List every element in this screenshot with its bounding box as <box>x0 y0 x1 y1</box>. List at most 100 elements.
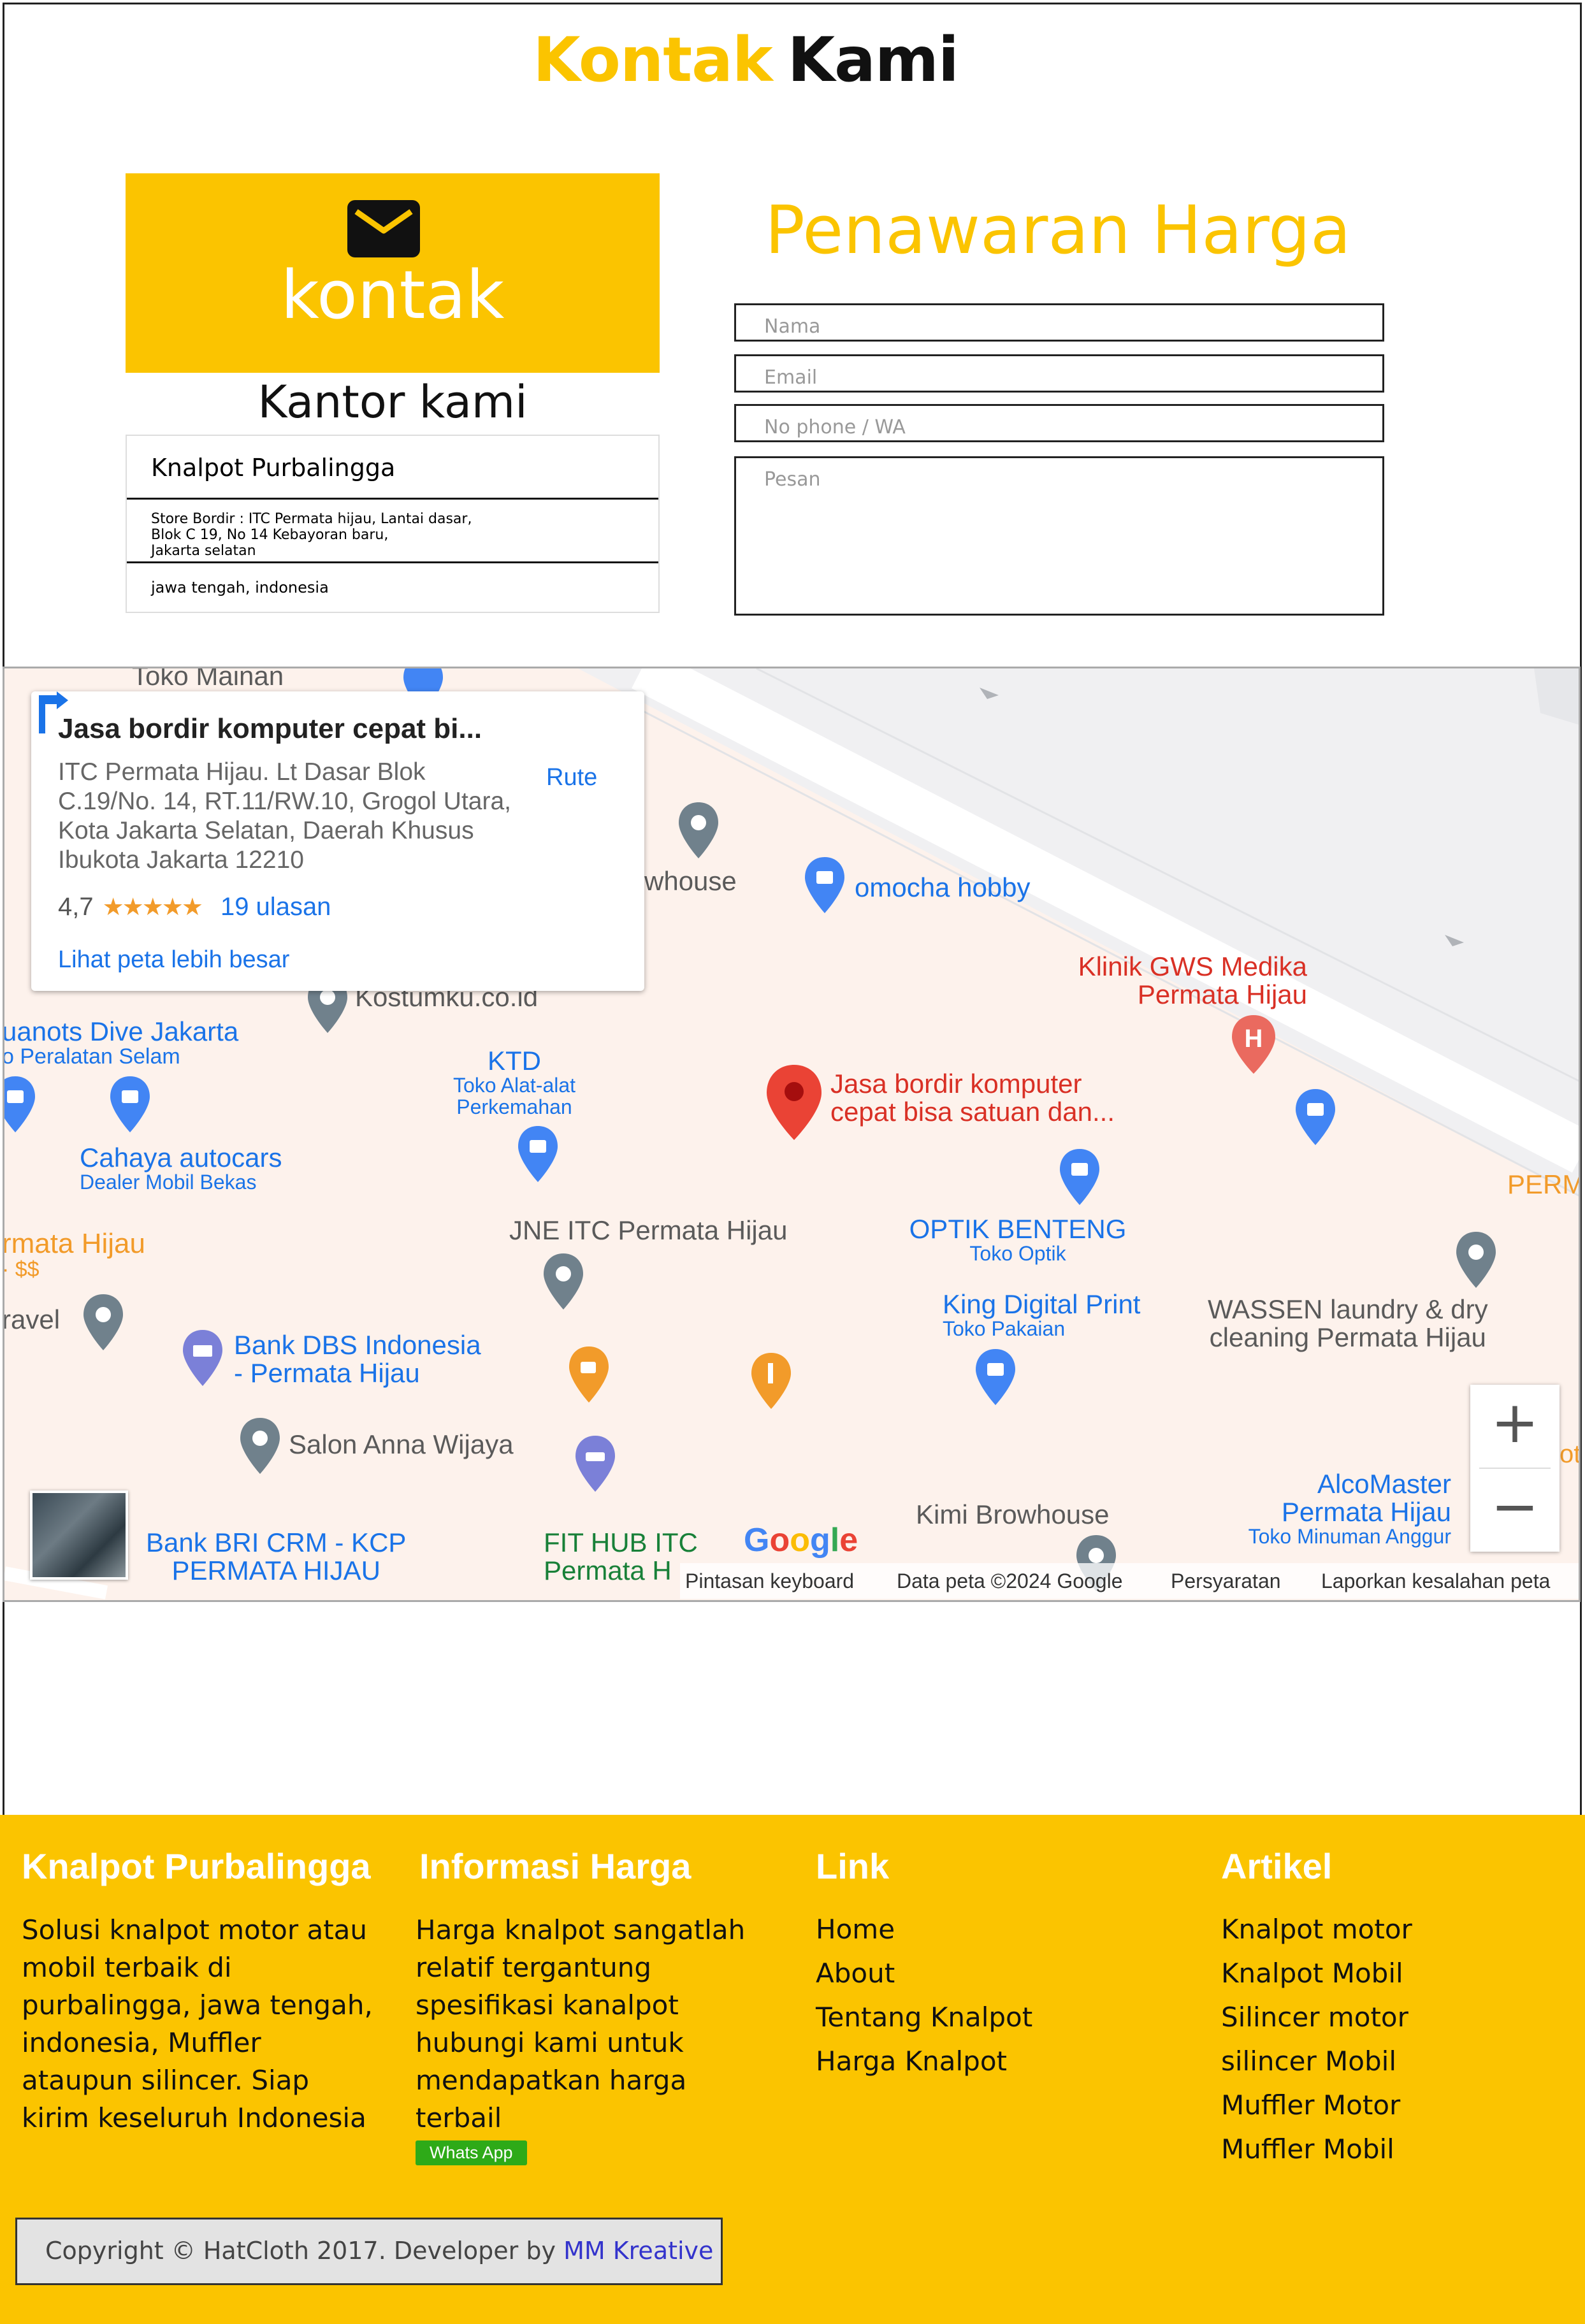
footer-article-link[interactable]: Knalpot Mobil <box>1221 1951 1565 1995</box>
map-label-line: WASSEN laundry & dry <box>1208 1294 1488 1324</box>
map-label[interactable]: Jasa bordir komputer cepat bisa satuan d… <box>830 1069 1115 1126</box>
map-pin-shop-icon[interactable] <box>972 1346 1019 1408</box>
google-map[interactable]: H Toko Mainan whouse omocha hobby Klinik… <box>3 667 1581 1602</box>
satellite-toggle[interactable] <box>30 1490 128 1580</box>
map-label[interactable]: Cahaya autocars Dealer Mobil Bekas <box>80 1143 282 1194</box>
footer-article-link[interactable]: Muffler Mobil <box>1221 2127 1565 2171</box>
map-label[interactable]: PERM <box>1507 1170 1579 1199</box>
map-label-line: - Permata Hijau <box>234 1358 420 1389</box>
map-label-line: Perkemahan <box>456 1095 572 1118</box>
place-title[interactable]: Jasa bordir komputer cepat bi... <box>58 713 482 745</box>
office-info-table: Knalpot Purbalingga Store Bordir : ITC P… <box>126 435 660 613</box>
footer-text-line: ataupun silincer. Siap <box>22 2065 310 2096</box>
zoom-out-button[interactable]: − <box>1470 1469 1560 1552</box>
place-info-card: Jasa bordir komputer cepat bi... ITC Per… <box>31 691 644 991</box>
footer-text-line: mendapatkan harga <box>416 2065 687 2096</box>
reviews-link[interactable]: 19 ulasan <box>221 893 331 921</box>
map-pin-bank-icon[interactable] <box>179 1327 226 1389</box>
map-label-line: FIT HUB ITC <box>544 1527 698 1557</box>
footer-link-tentang-knalpot[interactable]: Tentang Knalpot <box>816 1995 1173 2039</box>
footer-price-text: Harga knalpot sangatlah relatif tergantu… <box>416 1911 798 2137</box>
footer-about-text: Solusi knalpot motor atau mobil terbaik … <box>22 1911 404 2137</box>
terms-link[interactable]: Persyaratan <box>1171 1570 1281 1593</box>
map-pin-gray-icon[interactable] <box>236 1415 284 1476</box>
map-label[interactable]: rmata Hijau · $$ <box>4 1229 145 1281</box>
map-label[interactable]: uanots Dive Jakarta o Peralatan Selam <box>3 1017 238 1069</box>
directions-label[interactable]: Rute <box>546 764 597 791</box>
view-larger-map-link[interactable]: Lihat peta lebih besar <box>58 946 289 974</box>
map-pin-restaurant-icon[interactable] <box>748 1350 795 1411</box>
map-pin-gray-icon[interactable] <box>675 800 722 861</box>
map-label[interactable]: Klinik GWS Medika Permata Hijau <box>1043 952 1307 1009</box>
footer-text-line: hubungi kami untuk <box>416 2027 684 2058</box>
map-pin-shop-icon[interactable] <box>1056 1146 1103 1208</box>
footer-article-link[interactable]: Knalpot motor <box>1221 1907 1565 1951</box>
map-pin-gray-icon[interactable] <box>80 1292 127 1353</box>
map-label[interactable]: Kimi Browhouse <box>916 1500 1109 1529</box>
map-label-line: Bank DBS Indonesia <box>234 1330 481 1360</box>
map-label[interactable]: Bank BRI CRM - KCP PERMATA HIJAU <box>146 1528 406 1585</box>
footer-col-price: Informasi Harga Harga knalpot sangatlah … <box>416 1845 798 2165</box>
map-label-line: Toko Pakaian <box>943 1317 1066 1341</box>
map-label[interactable]: OPTIK BENTENG Toko Optik <box>897 1215 1139 1265</box>
office-title: Kantor kami <box>257 376 528 428</box>
map-pin-shop-icon[interactable] <box>3 1074 39 1135</box>
map-label[interactable]: Toko Mainan <box>132 668 284 690</box>
footer-link-harga-knalpot[interactable]: Harga Knalpot <box>816 2039 1173 2083</box>
map-pin-location-icon[interactable] <box>763 1062 825 1143</box>
directions-icon[interactable] <box>31 691 76 737</box>
map-label[interactable]: ravel <box>4 1305 60 1334</box>
footer-article-link[interactable]: Silincer motor <box>1221 1995 1565 2039</box>
zoom-in-button[interactable]: + <box>1470 1385 1560 1468</box>
map-label-line: KTD <box>488 1046 541 1076</box>
keyboard-shortcuts-link[interactable]: Pintasan keyboard <box>685 1570 854 1593</box>
footer-article-link[interactable]: silincer Mobil <box>1221 2039 1565 2083</box>
footer-link-list: Home About Tentang Knalpot Harga Knalpot <box>816 1907 1173 2083</box>
footer-text-line: Solusi knalpot motor atau <box>22 1914 368 1945</box>
map-pin-hospital-icon[interactable]: H <box>1228 1013 1279 1076</box>
map-pin-gray-icon[interactable] <box>1452 1229 1500 1290</box>
map-pin-gray-icon[interactable] <box>540 1251 587 1312</box>
page-title-part1: Kontak <box>533 24 773 96</box>
copyright-bar: Copyright © HatCloth 2017. Developer by … <box>15 2218 723 2285</box>
message-field[interactable]: Pesan <box>734 456 1384 616</box>
map-label[interactable]: WASSEN laundry & dry cleaning Permata Hi… <box>1208 1294 1488 1352</box>
envelope-icon <box>347 200 420 257</box>
footer-heading: Link <box>816 1846 890 1886</box>
map-label[interactable]: oti <box>1560 1441 1579 1468</box>
map-label[interactable]: King Digital Print Toko Pakaian <box>943 1290 1140 1340</box>
map-label-line: o Peralatan Selam <box>3 1044 180 1069</box>
map-label[interactable]: whouse <box>644 867 737 895</box>
map-pin-shop-icon[interactable] <box>1292 1086 1339 1148</box>
map-label[interactable]: KTD Toko Alat-alat Perkemahan <box>438 1046 591 1118</box>
name-field[interactable]: Nama <box>734 303 1384 342</box>
map-label[interactable]: AlcoMaster Permata Hijau Toko Minuman An… <box>1171 1469 1451 1548</box>
whatsapp-button[interactable]: Whats App <box>416 2140 527 2165</box>
footer-col-links: Link Home About Tentang Knalpot Harga Kn… <box>816 1845 1173 2083</box>
map-label-line: OPTIK BENTENG <box>909 1214 1127 1244</box>
map-label-line: AlcoMaster <box>1317 1469 1451 1499</box>
map-pin-car-icon[interactable] <box>572 1433 619 1494</box>
map-label[interactable]: omocha hobby <box>855 873 1031 902</box>
page-title-part2: Kami <box>787 24 959 96</box>
map-pin-shop-icon[interactable] <box>106 1074 154 1135</box>
map-pin-cafe-icon[interactable] <box>565 1344 612 1405</box>
report-error-link[interactable]: Laporkan kesalahan peta <box>1321 1570 1550 1593</box>
map-pin-shop-icon[interactable] <box>801 855 848 916</box>
developer-link[interactable]: MM Kreative <box>563 2237 713 2265</box>
map-label[interactable]: FIT HUB ITC Permata H <box>544 1527 698 1585</box>
map-label[interactable]: JNE ITC Permata Hijau <box>509 1216 787 1245</box>
map-data-text: Data peta ©2024 Google <box>897 1570 1123 1592</box>
office-name: Knalpot Purbalingga <box>127 436 658 500</box>
footer-heading: Knalpot Purbalingga <box>22 1846 371 1886</box>
footer-link-about[interactable]: About <box>816 1951 1173 1995</box>
footer-link-home[interactable]: Home <box>816 1907 1173 1951</box>
map-pin-shop-icon[interactable] <box>514 1123 561 1185</box>
phone-field[interactable]: No phone / WA <box>734 404 1384 442</box>
office-address-line: Jakarta selatan <box>151 543 256 559</box>
footer-article-link[interactable]: Muffler Motor <box>1221 2083 1565 2127</box>
map-label[interactable]: Bank DBS Indonesia - Permata Hijau <box>234 1331 481 1387</box>
map-label-line: Cahaya autocars <box>80 1143 282 1173</box>
map-label[interactable]: Salon Anna Wijaya <box>289 1430 514 1459</box>
email-field[interactable]: Email <box>734 354 1384 393</box>
